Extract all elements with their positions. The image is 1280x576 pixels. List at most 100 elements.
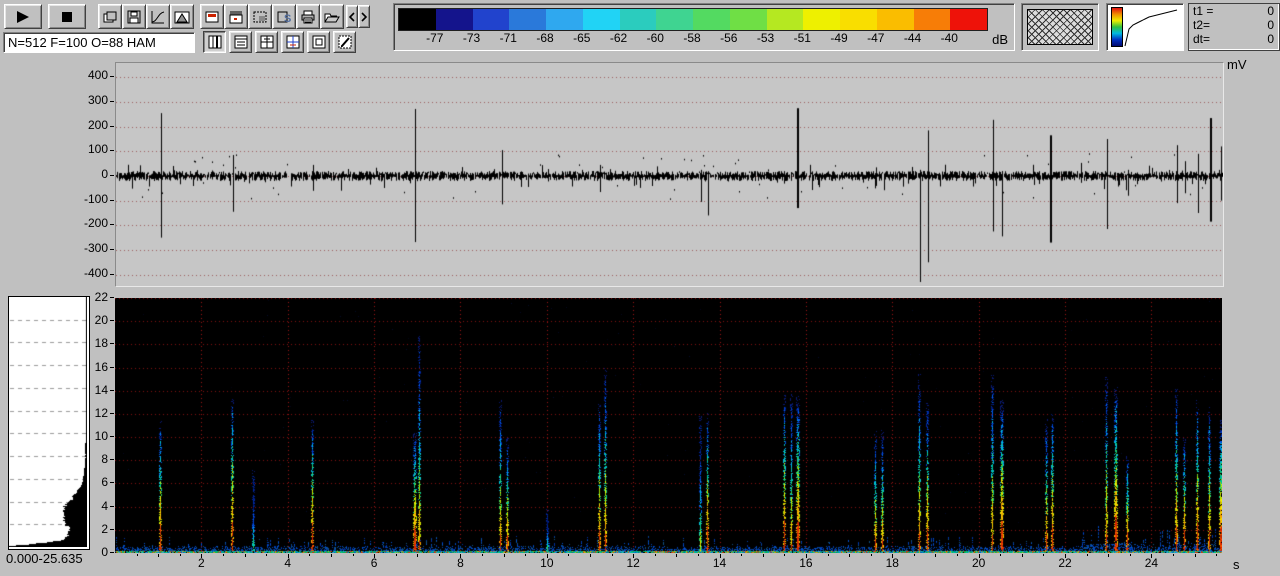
colorbar-segment [583,9,620,30]
axis-tick [110,297,114,298]
colorbar-tick-label: -40 [941,31,958,45]
winsel-icon [252,10,268,24]
waveform-ytick-label: 400 [66,68,108,82]
axis-tick [110,200,114,201]
layout-zoom-window-button[interactable] [307,31,330,53]
analysis-window-button[interactable] [224,4,248,29]
colorbar-tick-label: -58 [683,31,700,45]
axis-tick [935,554,936,557]
axis-tick [266,554,267,556]
colorbar-tick-label: -68 [536,31,553,45]
axis-tick [309,554,310,556]
axis-tick [1151,554,1152,558]
time-readout-value: 0 [1267,32,1274,46]
axis-tick [201,554,202,558]
colorbar-segment [509,9,546,30]
axis-tick [547,554,548,558]
colorbar-segment [693,9,730,30]
prev-icon [347,10,357,24]
axis-tick [110,552,114,553]
colorbar-panel: -77-73-71-68-65-62-60-58-56-53-51-49-47-… [393,3,1015,51]
spectrogram-canvas[interactable] [115,298,1222,553]
selection-window-button[interactable] [248,4,272,29]
laycols-icon [207,35,223,49]
axis-tick [331,554,332,557]
colorbar-tick-label: -77 [426,31,443,45]
axis-tick [828,554,829,556]
spectrogram-xtick-label: 16 [792,556,820,570]
axis-tick [1195,554,1196,557]
axis-tick [245,554,246,557]
colorbar-segment [914,9,951,30]
colorbar-tick-label: -47 [867,31,884,45]
spectrogram-xtick-label: 18 [878,556,906,570]
colorbar-tick-label: -49 [830,31,847,45]
axis-tick [137,554,138,556]
waveform-ytick-label: -200 [66,216,108,230]
open-file-button[interactable] [320,4,344,29]
spectrogram-ytick-label: 18 [66,336,108,350]
axis-tick [957,554,958,556]
prev-page-button[interactable] [346,5,358,28]
axis-tick [110,249,114,250]
colorbar-segment [803,9,840,30]
axis-tick [612,554,613,556]
layout-grid-button[interactable] [255,31,278,53]
layout-grid-axes-button[interactable] [281,31,304,53]
colorbar-segment [436,9,473,30]
axis-tick [1087,554,1088,556]
axis-tick [110,175,114,176]
edit-icon [337,35,353,49]
spectrogram-ytick-label: 16 [66,360,108,374]
colorbar-segment [767,9,804,30]
layout-columns-button[interactable] [203,31,226,53]
layout-rows-button[interactable] [229,31,252,53]
time-readout-label: t2= [1193,18,1210,32]
time-readout-panel: t1 =0t2=0dt=0 [1188,3,1280,51]
colorbar-tick-label: -53 [757,31,774,45]
axis-tick [223,554,224,556]
spectrogram-ytick-label: 2 [66,522,108,536]
axis-tick [110,506,114,507]
next-page-button[interactable] [358,5,370,28]
colorbar-tick-label: -51 [794,31,811,45]
axis-tick [158,554,159,557]
print-button[interactable] [296,4,320,29]
waveform-canvas[interactable] [115,62,1224,287]
overview-window-button[interactable] [200,4,224,29]
spectrum-section-button[interactable]: S [272,4,296,29]
axis-tick [871,554,872,556]
axis-tick [1022,554,1023,557]
waveform-unit-label: mV [1227,57,1247,72]
spectrogram-ytick-label: 12 [66,406,108,420]
transfer-function-panel [1106,3,1184,51]
pages-icon [102,10,118,24]
time-readout-row: t2=0 [1189,18,1279,32]
edit-annotations-button[interactable] [333,31,356,53]
axis-tick [396,554,397,556]
laygridb-icon [285,35,301,49]
transfer-curve-button[interactable] [146,4,170,29]
axis-tick [110,529,114,530]
window-function-button[interactable] [170,4,194,29]
axis-tick [374,554,375,558]
axis-tick [504,554,505,557]
axis-tick [353,554,354,556]
curve-icon [150,10,166,24]
status-text: N=512 F=100 O=88 HAM [8,35,156,50]
play-button[interactable] [4,4,42,29]
spectrogram-xtick-label: 24 [1137,556,1165,570]
print-icon [300,10,316,24]
colorbar-tick-label: -62 [610,31,627,45]
axis-tick [1043,554,1044,556]
spectrogram-ytick-label: 22 [66,290,108,304]
axis-tick [525,554,526,556]
save-button[interactable] [122,4,146,29]
axis-tick [655,554,656,556]
axis-tick [110,320,114,321]
laygrid-icon [259,35,275,49]
colorbar-gradient [398,8,988,31]
next-icon [359,10,369,24]
copy-display-button[interactable] [98,4,122,29]
stop-button[interactable] [48,4,86,29]
